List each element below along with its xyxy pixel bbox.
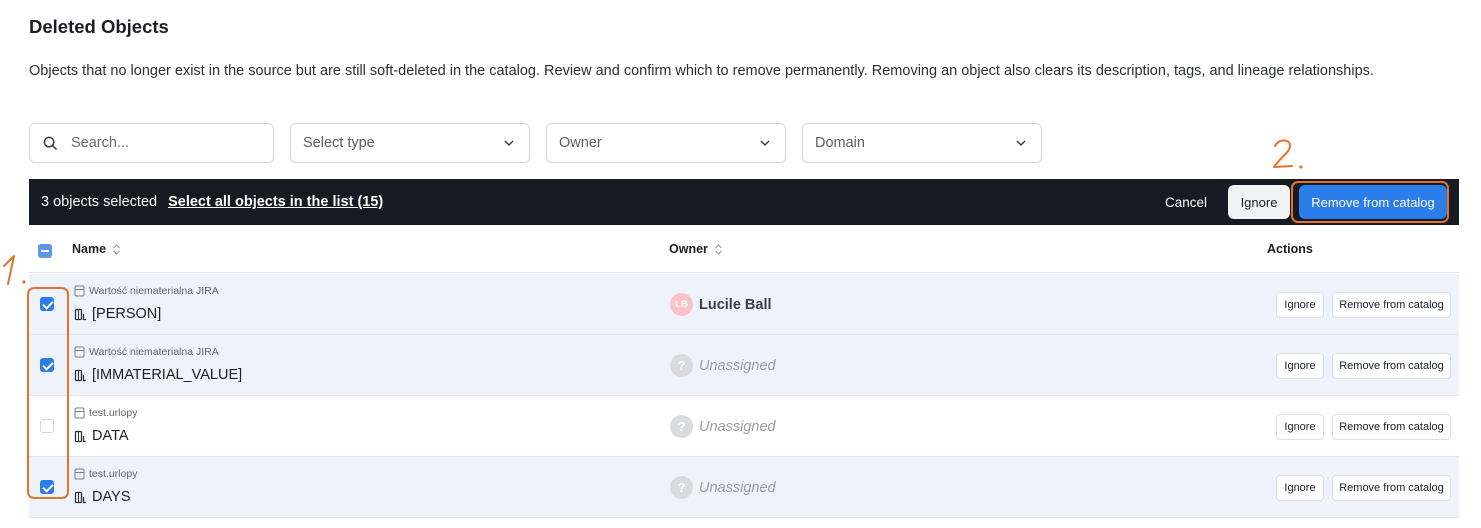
page-title: Deleted Objects xyxy=(29,16,169,37)
table-icon xyxy=(74,407,85,419)
row-checkbox[interactable] xyxy=(40,358,54,372)
bulk-remove-button[interactable]: Remove from catalog xyxy=(1299,185,1447,219)
row-name-label: DAYS xyxy=(92,489,131,505)
column-owner-header[interactable]: Owner xyxy=(669,242,723,256)
page-description: Objects that no longer exist in the sour… xyxy=(29,63,1374,79)
row-name: DAYS xyxy=(74,489,130,505)
select-all-checkbox[interactable] xyxy=(38,244,52,258)
row-name: DATA xyxy=(74,428,129,444)
selected-count: 3 objects selected xyxy=(41,194,158,210)
row-remove-button[interactable]: Remove from catalog xyxy=(1332,292,1451,318)
row-remove-button[interactable]: Remove from catalog xyxy=(1332,414,1451,440)
column-icon xyxy=(74,308,86,320)
chevron-down-icon xyxy=(760,140,770,147)
avatar: ? xyxy=(670,354,693,377)
sort-icon xyxy=(113,243,120,255)
table-icon xyxy=(74,285,85,297)
column-icon xyxy=(74,369,86,381)
row-parent-label: Wartość niematerialna JIRA xyxy=(89,285,219,297)
table-icon xyxy=(74,346,85,358)
bulk-ignore-button[interactable]: Ignore xyxy=(1228,185,1290,219)
row-owner: ? Unassigned xyxy=(670,354,776,377)
row-owner-name: Unassigned xyxy=(699,418,776,435)
row-name-label: [IMMATERIAL_VALUE] xyxy=(92,367,243,383)
sort-icon xyxy=(714,243,722,255)
row-parent: test.urlopy xyxy=(74,407,137,419)
table-row[interactable]: test.urlopy DAYS? Unassigned Ignore Remove f… xyxy=(29,457,1459,518)
domain-select-label: Domain xyxy=(815,135,865,151)
row-name-label: [PERSON] xyxy=(92,306,162,322)
row-owner: ? Unassigned xyxy=(670,476,776,499)
row-owner: LB Lucile Ball xyxy=(670,293,772,316)
row-checkbox[interactable] xyxy=(40,419,54,433)
owner-select-label: Owner xyxy=(559,135,602,151)
column-icon xyxy=(74,491,86,503)
chevron-down-icon xyxy=(504,140,514,147)
row-remove-button[interactable]: Remove from catalog xyxy=(1332,353,1451,379)
column-actions-header: Actions xyxy=(1267,242,1313,256)
search-placeholder: Search... xyxy=(71,135,130,151)
row-parent: test.urlopy xyxy=(74,468,137,480)
column-name-header[interactable]: Name xyxy=(72,242,121,256)
table-header: Name Owner Actions xyxy=(29,225,1459,273)
column-actions-label: Actions xyxy=(1267,242,1313,256)
row-parent-label: test.urlopy xyxy=(89,407,138,419)
table-row[interactable]: Wartość niematerialna JIRA [IMMATERIAL_VA… xyxy=(29,335,1459,396)
row-checkbox[interactable] xyxy=(40,297,54,311)
row-owner-name: Unassigned xyxy=(699,357,776,374)
row-name-label: DATA xyxy=(92,428,129,444)
avatar: ? xyxy=(670,476,693,499)
column-icon xyxy=(74,430,86,442)
table-row[interactable]: test.urlopy DATA? Unassigned Ignore Remove f… xyxy=(29,396,1459,457)
chevron-down-icon xyxy=(1016,140,1026,147)
row-checkbox[interactable] xyxy=(40,480,54,494)
avatar: ? xyxy=(670,415,693,438)
row-owner-name: Lucile Ball xyxy=(699,296,772,313)
row-parent-label: Wartość niematerialna JIRA xyxy=(89,346,219,358)
annotation-step-2 xyxy=(1273,139,1303,169)
row-parent: Wartość niematerialna JIRA xyxy=(74,285,219,297)
row-ignore-button[interactable]: Ignore xyxy=(1276,414,1324,440)
row-parent-label: test.urlopy xyxy=(89,468,138,480)
row-ignore-button[interactable]: Ignore xyxy=(1276,353,1324,379)
column-name-label: Name xyxy=(72,242,107,256)
row-ignore-button[interactable]: Ignore xyxy=(1276,475,1324,501)
avatar: LB xyxy=(670,293,693,316)
select-all-link[interactable]: Select all objects in the list (15) xyxy=(168,194,383,210)
domain-select[interactable]: Domain xyxy=(802,123,1042,163)
row-remove-button[interactable]: Remove from catalog xyxy=(1332,475,1451,501)
type-select[interactable]: Select type xyxy=(290,123,530,163)
row-name: [IMMATERIAL_VALUE] xyxy=(74,367,242,383)
column-owner-label: Owner xyxy=(669,242,708,256)
row-owner: ? Unassigned xyxy=(670,415,776,438)
row-name: [PERSON] xyxy=(74,306,161,322)
cancel-button[interactable]: Cancel xyxy=(1165,195,1207,210)
search-icon xyxy=(43,136,58,150)
row-ignore-button[interactable]: Ignore xyxy=(1276,292,1324,318)
table-row[interactable]: Wartość niematerialna JIRA [PERSON] LB Luci… xyxy=(29,274,1459,335)
row-parent: Wartość niematerialna JIRA xyxy=(74,346,219,358)
owner-select[interactable]: Owner xyxy=(546,123,786,163)
selection-bar: 3 objects selected Select all objects in… xyxy=(29,179,1459,225)
table-icon xyxy=(74,468,85,480)
type-select-label: Select type xyxy=(303,135,375,151)
search-input[interactable]: Search... xyxy=(29,123,274,163)
row-owner-name: Unassigned xyxy=(699,479,776,496)
